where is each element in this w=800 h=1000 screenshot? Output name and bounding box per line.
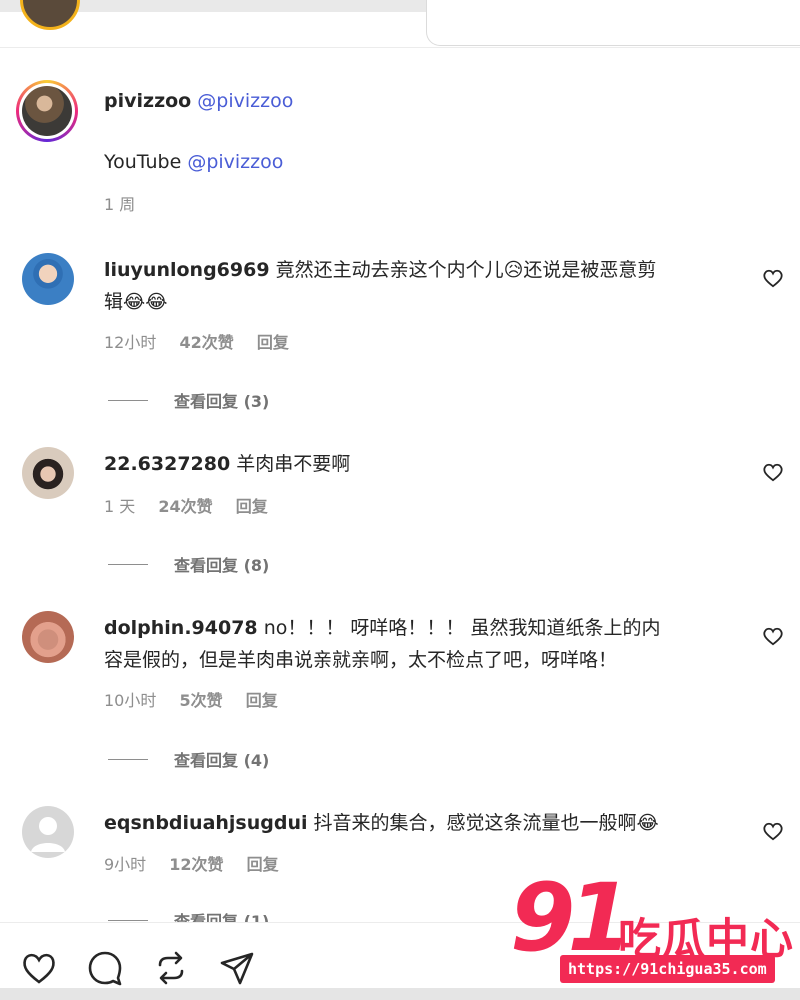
comment-username[interactable]: eqsnbdiuahjsugdui	[104, 812, 308, 834]
comment-meta: 9小时 12次赞 回复	[104, 851, 297, 875]
comment-text: dolphin.94078 no！！！ 呀咩咯！！！ 虽然我知道纸条上的内 容是…	[104, 612, 744, 676]
partial-avatar	[20, 0, 80, 30]
view-replies[interactable]: 查看回复 (3)	[108, 388, 269, 412]
comment-likes[interactable]: 24次赞	[158, 497, 212, 516]
comment-line1: 竟然还主动去亲这个内个儿😥还说是被恶意剪	[275, 259, 657, 281]
caption-username[interactable]: pivizzoo	[104, 90, 191, 112]
comment-avatar[interactable]	[22, 447, 74, 499]
top-strip	[0, 0, 800, 48]
heart-icon[interactable]	[762, 462, 784, 482]
comment-likes[interactable]: 42次赞	[179, 333, 233, 352]
reply-button[interactable]: 回复	[236, 497, 268, 516]
comment-meta: 12小时 42次赞 回复	[104, 329, 307, 353]
comment-meta: 1 天 24次赞 回复	[104, 493, 286, 517]
watermark-number: 91	[510, 864, 633, 973]
comment-time: 1 天	[104, 497, 136, 516]
caption-time: 1 周	[104, 195, 136, 214]
comment-likes[interactable]: 12次赞	[169, 855, 223, 874]
comment-time: 12小时	[104, 333, 157, 352]
share-icon[interactable]	[218, 949, 256, 987]
window-frame-bottom	[0, 988, 800, 1000]
reply-button[interactable]: 回复	[257, 333, 289, 352]
caption-text: YouTube @pivizzoo	[104, 151, 283, 173]
comment-likes[interactable]: 5次赞	[179, 691, 222, 710]
default-avatar-icon	[31, 817, 65, 852]
view-replies-label[interactable]: 查看回复 (3)	[174, 388, 269, 412]
comment-text: eqsnbdiuahjsugdui 抖音来的集合，感觉这条流量也一般啊😂	[104, 807, 744, 839]
top-panel	[426, 0, 800, 46]
caption-text-mention[interactable]: @pivizzoo	[187, 151, 283, 173]
comment-username[interactable]: 22.6327280	[104, 453, 230, 475]
heart-icon[interactable]	[762, 821, 784, 841]
view-replies-line	[108, 758, 148, 760]
view-replies-label[interactable]: 查看回复 (4)	[174, 747, 269, 771]
comment-text: 22.6327280 羊肉串不要啊	[104, 448, 744, 480]
comment-line1: no！！！ 呀咩咯！！！ 虽然我知道纸条上的内	[263, 617, 661, 639]
comment-avatar[interactable]	[22, 611, 74, 663]
comment-avatar[interactable]	[22, 253, 74, 305]
view-replies-line	[108, 399, 148, 401]
caption-avatar[interactable]	[16, 80, 78, 142]
reply-button[interactable]: 回复	[246, 691, 278, 710]
comment-icon[interactable]	[86, 949, 124, 987]
caption-mention[interactable]: @pivizzoo	[197, 90, 293, 112]
heart-icon[interactable]	[762, 626, 784, 646]
view-replies-line	[108, 919, 148, 921]
reply-button[interactable]: 回复	[247, 855, 279, 874]
heart-icon[interactable]	[20, 949, 58, 987]
comment-line1: 抖音来的集合，感觉这条流量也一般啊😂	[313, 812, 659, 834]
repost-icon[interactable]	[152, 949, 190, 987]
view-replies[interactable]: 查看回复 (4)	[108, 747, 269, 771]
comment-text: liuyunlong6969 竟然还主动去亲这个内个儿😥还说是被恶意剪 辑😂😂	[104, 254, 744, 318]
heart-icon[interactable]	[762, 268, 784, 288]
comment-time: 10小时	[104, 691, 157, 710]
comment-time: 9小时	[104, 855, 147, 874]
view-replies-line	[108, 563, 148, 565]
comment-line2: 容是假的，但是羊肉串说亲就亲啊，太不检点了吧，呀咩咯！	[104, 649, 618, 671]
watermark-url: https://91chigua35.com	[560, 955, 775, 983]
caption-header: pivizzoo @pivizzoo	[104, 90, 293, 112]
comment-username[interactable]: dolphin.94078	[104, 617, 258, 639]
view-replies[interactable]: 查看回复 (8)	[108, 552, 269, 576]
comment-username[interactable]: liuyunlong6969	[104, 259, 270, 281]
comment-line2: 辑😂😂	[104, 291, 168, 313]
comment-avatar[interactable]	[22, 806, 74, 858]
comment-line1: 羊肉串不要啊	[236, 453, 351, 475]
view-replies-label[interactable]: 查看回复 (8)	[174, 552, 269, 576]
caption-text-prefix: YouTube	[104, 151, 182, 173]
comment-meta: 10小时 5次赞 回复	[104, 687, 296, 711]
